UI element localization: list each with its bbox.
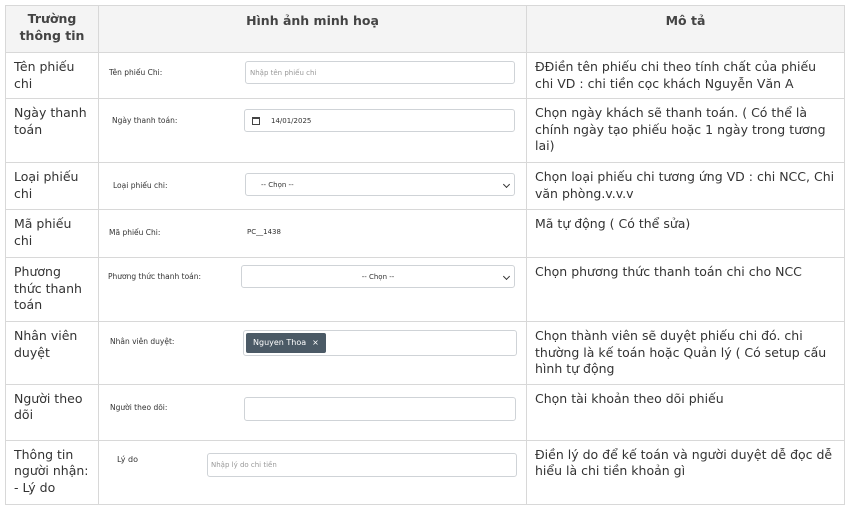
table-row: Ngày thanh toán Ngày thanh toán: 14/01/2… — [5, 98, 845, 163]
demo-date-input[interactable]: 14/01/2025 — [244, 109, 515, 132]
table-row: Mã phiếu chi Mã phiếu Chi: PC__1438 Mã t… — [5, 209, 845, 258]
header-description: Mô tả — [526, 5, 845, 53]
demo-label: Người theo dõi: — [110, 402, 168, 412]
illustration-type-select: Loại phiếu chi: -- Chọn -- — [99, 163, 526, 208]
field-name: Loại phiếu chi — [14, 169, 79, 201]
demo-type-select[interactable]: -- Chọn -- — [245, 173, 515, 196]
demo-approver-input[interactable]: Nguyen Thoa × — [243, 330, 517, 356]
field-name: Thông tin người nhận: - Lý do — [14, 446, 89, 495]
demo-reason-input[interactable]: Nhập lý do chi tiền — [207, 452, 517, 477]
demo-name-input[interactable]: Nhập tên phiếu chi — [245, 61, 515, 84]
table-row: Thông tin người nhận: - Lý do Lý do Nhập… — [5, 439, 845, 505]
chevron-down-icon — [502, 180, 511, 188]
header-field: Trường thông tin — [5, 5, 99, 53]
demo-label: Nhân viên duyệt: — [110, 337, 175, 346]
illustration-reason-field: Lý do Nhập lý do chi tiền — [99, 441, 526, 503]
field-name: Ngày thanh toán — [14, 105, 87, 137]
demo-method-select[interactable]: -- Chọn -- — [241, 265, 515, 288]
description: Chọn tài khoản theo dõi phiếu — [535, 390, 724, 406]
description: Chọn thành viên sẽ duyệt phiếu chi đó. c… — [535, 328, 827, 376]
demo-follower-input[interactable] — [244, 396, 516, 421]
demo-label: Mã phiếu Chi: — [109, 228, 161, 237]
remove-tag-icon[interactable]: × — [312, 338, 319, 347]
description: ĐĐiền tên phiếu chi theo tính chất của p… — [535, 59, 817, 91]
table-row: Nhân viên duyệt Nhân viên duyệt: Nguyen … — [5, 321, 845, 385]
demo-code-value[interactable]: PC__1438 — [247, 228, 281, 236]
demo-label: Tên phiếu Chi: — [109, 68, 163, 77]
instruction-table: Trường thông tin Hình ảnh minh hoạ Mô tả… — [5, 5, 845, 505]
table-row: Tên phiếu chi Tên phiếu Chi: Nhập tên ph… — [5, 52, 845, 99]
header-row: Trường thông tin Hình ảnh minh hoạ Mô tả — [5, 5, 845, 53]
table-row: Loại phiếu chi Loại phiếu chi: -- Chọn -… — [5, 162, 845, 210]
table-row: Người theo dõi Người theo dõi: Chọn tài … — [5, 383, 845, 441]
approver-tag: Nguyen Thoa × — [246, 333, 326, 353]
description: Chọn phương thức thanh toán chi cho NCC — [535, 264, 802, 279]
header-illustration: Hình ảnh minh hoạ — [98, 5, 527, 53]
demo-label: Phương thức thanh toán: — [108, 272, 202, 281]
demo-label: Lý do — [117, 454, 138, 464]
illustration-name-field: Tên phiếu Chi: Nhập tên phiếu chi — [99, 53, 526, 97]
demo-label: Loại phiếu chi: — [113, 181, 168, 190]
description: Chọn ngày khách sẽ thanh toán. ( Có thể … — [535, 105, 826, 153]
illustration-date-field: Ngày thanh toán: 14/01/2025 — [99, 99, 526, 161]
field-name: Mã phiếu chi — [14, 216, 72, 248]
illustration-code-field: Mã phiếu Chi: PC__1438 — [99, 210, 526, 256]
description: Điền lý do để kế toán và người duyệt dễ … — [535, 446, 833, 479]
demo-label: Ngày thanh toán: — [112, 116, 178, 125]
illustration-method-select: Phương thức thanh toán: -- Chọn -- — [99, 258, 526, 320]
field-name: Tên phiếu chi — [14, 59, 75, 91]
field-name: Người theo dõi — [14, 390, 83, 423]
field-name: Phương thức thanh toán — [14, 264, 82, 312]
illustration-follower-field: Người theo dõi: — [99, 385, 526, 439]
description: Mã tự động ( Có thể sửa) — [535, 216, 691, 231]
table-row: Phương thức thanh toán Phương thức thanh… — [5, 257, 845, 322]
description: Chọn loại phiếu chi tương ứng VD : chi N… — [535, 169, 835, 201]
illustration-approver-field: Nhân viên duyệt: Nguyen Thoa × — [99, 322, 526, 382]
field-name: Nhân viên duyệt — [14, 328, 78, 360]
calendar-icon — [252, 116, 260, 125]
